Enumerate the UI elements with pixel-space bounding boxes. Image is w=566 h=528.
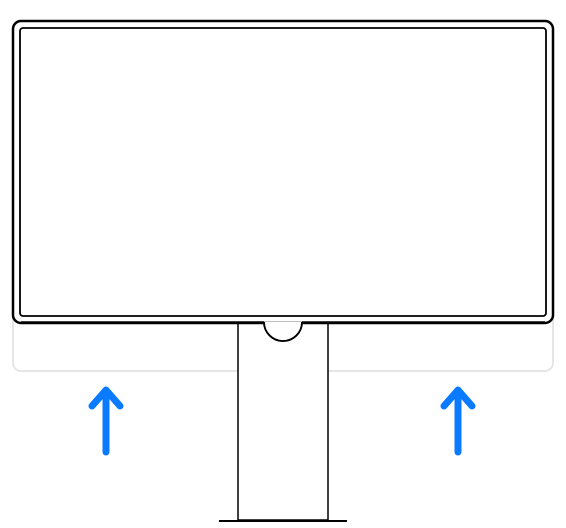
monitor-adjustment-diagram [0, 0, 566, 528]
stand-neck [238, 322, 328, 520]
arrow-up-right-icon [444, 390, 472, 452]
monitor-screen [20, 28, 546, 316]
arrow-up-left-icon [92, 390, 120, 452]
